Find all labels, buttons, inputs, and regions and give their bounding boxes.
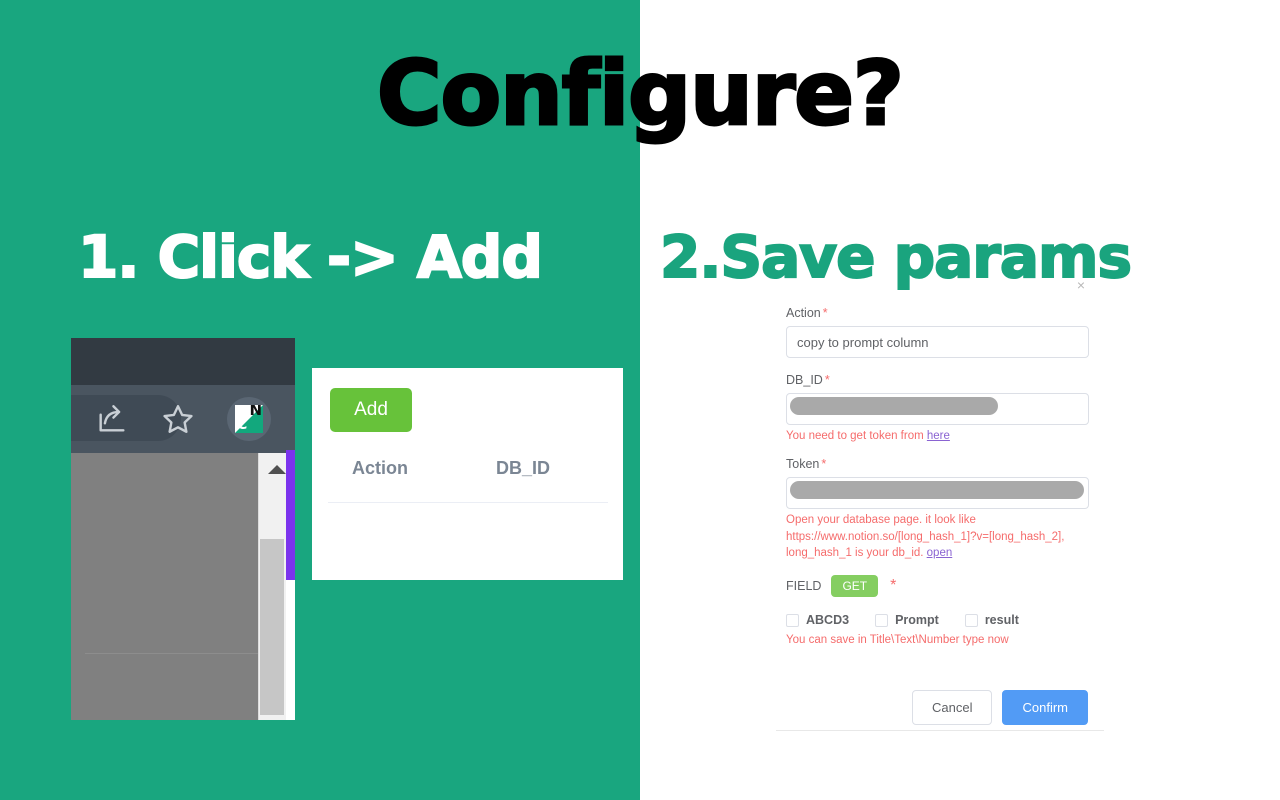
browser-screenshot: N C bbox=[71, 338, 295, 720]
step-1-heading: 1. Click -> Add bbox=[77, 223, 544, 291]
token-label: Token * bbox=[786, 457, 827, 471]
field-label: FIELD bbox=[786, 579, 822, 593]
checkbox-label: ABCD3 bbox=[806, 613, 850, 627]
browser-tabstrip bbox=[71, 338, 295, 385]
checkbox-box-icon[interactable] bbox=[786, 613, 799, 627]
share-icon[interactable] bbox=[95, 402, 129, 436]
scrollbar-thumb[interactable] bbox=[260, 539, 284, 715]
config-form-panel: × Action* DB_ID* You need to get token f… bbox=[776, 272, 1104, 732]
scroll-up-arrow-icon[interactable] bbox=[268, 465, 286, 474]
dbid-help-text: You need to get token from here bbox=[786, 430, 950, 442]
required-asterisk: * bbox=[821, 457, 827, 471]
action-input[interactable] bbox=[786, 326, 1089, 358]
edge-strip bbox=[286, 580, 295, 720]
required-asterisk: * bbox=[890, 577, 897, 594]
token-help-text: Open your database page. it look like ht… bbox=[786, 514, 1065, 559]
page-title: Configure? bbox=[376, 42, 906, 145]
field-get-row: FIELD GET * bbox=[786, 575, 1094, 597]
extension-button[interactable]: N C bbox=[227, 397, 271, 441]
star-icon[interactable] bbox=[161, 402, 195, 436]
checkbox-label: result bbox=[984, 613, 1019, 627]
column-header-action: Action bbox=[352, 458, 408, 478]
notion-extension-icon: N C bbox=[235, 405, 263, 433]
open-database-link[interactable]: open bbox=[927, 547, 953, 559]
slide-canvas: Configure? 1. Click -> Add 2.Save params bbox=[0, 0, 1280, 800]
popup-table-header: Action DB_ID bbox=[352, 458, 612, 479]
cancel-button[interactable]: Cancel bbox=[912, 690, 993, 725]
token-help-link[interactable]: here bbox=[927, 430, 950, 442]
required-asterisk: * bbox=[822, 306, 828, 320]
checkbox-result[interactable]: result bbox=[964, 613, 1019, 627]
checkbox-box-icon[interactable] bbox=[875, 613, 889, 627]
required-asterisk: * bbox=[824, 373, 830, 387]
add-button[interactable]: Add bbox=[330, 388, 412, 432]
checkbox-box-icon[interactable] bbox=[964, 613, 978, 627]
step-2-heading: 2.Save params bbox=[659, 223, 1133, 291]
action-label: Action * bbox=[786, 306, 828, 320]
field-group-token: Token * Open your database page. it look … bbox=[786, 457, 1094, 562]
dbid-input[interactable] bbox=[786, 393, 1089, 425]
confirm-button[interactable]: Confirm bbox=[1002, 690, 1088, 725]
field-group-action: Action * bbox=[786, 306, 1094, 358]
get-button[interactable]: GET bbox=[831, 575, 879, 597]
field-checkbox-row: ABCD3 Prompt result bbox=[786, 613, 1094, 627]
popup-header-divider bbox=[328, 502, 608, 503]
accent-strip bbox=[286, 450, 295, 580]
browser-toolbar: N C bbox=[71, 385, 295, 453]
token-input[interactable] bbox=[786, 477, 1089, 509]
form-footer-buttons: Cancel Confirm bbox=[912, 690, 1088, 725]
form-bottom-divider bbox=[776, 730, 1104, 731]
checkbox-label: Prompt bbox=[895, 613, 939, 627]
field-group-dbid: DB_ID * You need to get token from here bbox=[786, 373, 1094, 445]
field-group-fields: FIELD GET * ABCD3 Prompt result You can … bbox=[786, 575, 1094, 649]
checkbox-abcd3[interactable]: ABCD3 bbox=[786, 613, 849, 627]
field-help-text: You can save in Title\Text\Number type n… bbox=[786, 634, 1009, 646]
extension-icon-letter-c: C bbox=[237, 417, 248, 433]
extension-icon-letter-n: N bbox=[249, 405, 262, 419]
column-header-dbid: DB_ID bbox=[496, 458, 551, 478]
page-divider bbox=[85, 653, 261, 654]
extension-popup-card: Add Action DB_ID bbox=[312, 368, 623, 580]
dbid-label: DB_ID * bbox=[786, 373, 830, 387]
checkbox-prompt[interactable]: Prompt bbox=[875, 613, 939, 627]
